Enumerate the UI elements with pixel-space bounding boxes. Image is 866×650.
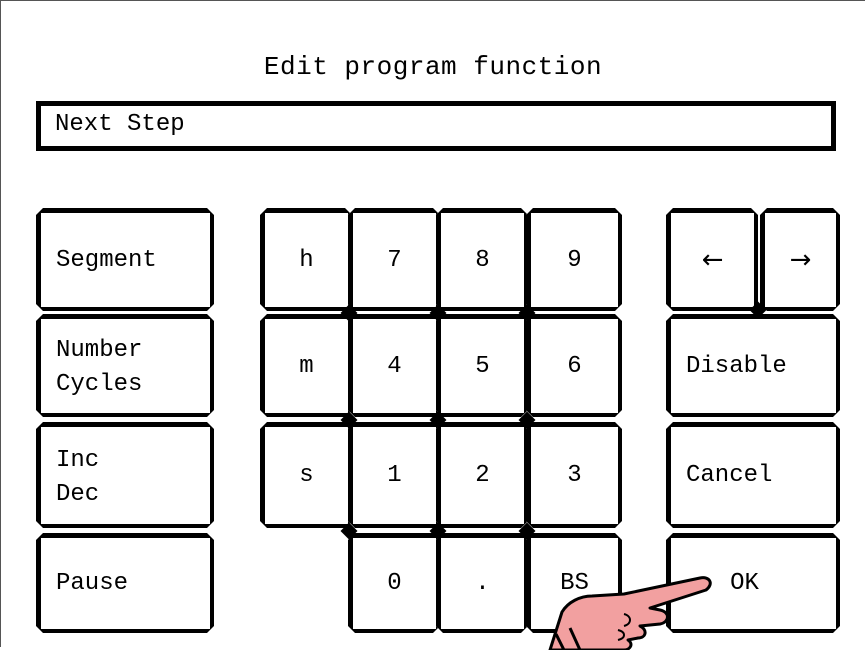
digit-9-label: 9 <box>567 246 582 274</box>
inc-dec-button[interactable]: Inc Dec <box>36 422 214 528</box>
pause-label: Pause <box>56 570 129 597</box>
seconds-label: s <box>299 462 314 489</box>
digit-7-button[interactable]: 7 <box>348 208 440 311</box>
inc-dec-label: Inc Dec <box>56 440 99 512</box>
digit-2-button[interactable]: 2 <box>436 422 528 528</box>
digit-1-label: 1 <box>387 462 402 489</box>
digit-5-label: 5 <box>475 352 490 380</box>
digit-3-button[interactable]: 3 <box>526 422 622 528</box>
digit-8-label: 8 <box>475 246 490 274</box>
digit-9-button[interactable]: 9 <box>526 208 622 311</box>
pointing-hand-icon <box>548 576 712 650</box>
digit-0-button[interactable]: 0 <box>348 533 440 633</box>
number-cycles-label: Number Cycles <box>56 330 142 402</box>
segment-button[interactable]: Segment <box>36 208 214 311</box>
digit-8-button[interactable]: 8 <box>436 208 528 311</box>
digit-6-button[interactable]: 6 <box>526 314 622 417</box>
minutes-button[interactable]: m <box>260 314 352 417</box>
cursor-left-button[interactable]: ← <box>666 208 758 311</box>
minutes-label: m <box>299 352 314 380</box>
pause-button[interactable]: Pause <box>36 533 214 633</box>
inc-dec-line1: Inc <box>56 446 100 474</box>
digit-0-label: 0 <box>387 570 402 597</box>
digit-7-label: 7 <box>387 246 402 274</box>
disable-label: Disable <box>686 352 787 380</box>
number-cycles-button[interactable]: Number Cycles <box>36 314 214 417</box>
cancel-label: Cancel <box>686 462 773 489</box>
number-cycles-line2: Cycles <box>56 371 143 398</box>
digit-2-label: 2 <box>475 462 490 489</box>
cursor-right-button[interactable]: → <box>760 208 840 311</box>
digit-1-button[interactable]: 1 <box>348 422 440 528</box>
disable-button[interactable]: Disable <box>666 314 840 417</box>
dialog-title: Edit program function <box>263 52 603 82</box>
arrow-left-icon: ← <box>701 245 724 275</box>
hours-label: h <box>299 246 314 274</box>
decimal-point-label: . <box>475 570 490 597</box>
number-cycles-line1: Number <box>56 337 143 364</box>
segment-label: Segment <box>56 246 157 274</box>
digit-6-label: 6 <box>567 352 582 380</box>
digit-5-button[interactable]: 5 <box>436 314 528 417</box>
decimal-point-button[interactable]: . <box>436 533 528 633</box>
digit-4-label: 4 <box>387 352 402 380</box>
seconds-button[interactable]: s <box>260 422 352 528</box>
cancel-button[interactable]: Cancel <box>666 422 840 528</box>
digit-4-button[interactable]: 4 <box>348 314 440 417</box>
inc-dec-line2: Dec <box>56 480 100 508</box>
function-name-field[interactable]: Next Step <box>36 101 836 151</box>
digit-3-label: 3 <box>567 462 582 489</box>
hours-button[interactable]: h <box>260 208 352 311</box>
arrow-right-icon: → <box>789 245 812 275</box>
